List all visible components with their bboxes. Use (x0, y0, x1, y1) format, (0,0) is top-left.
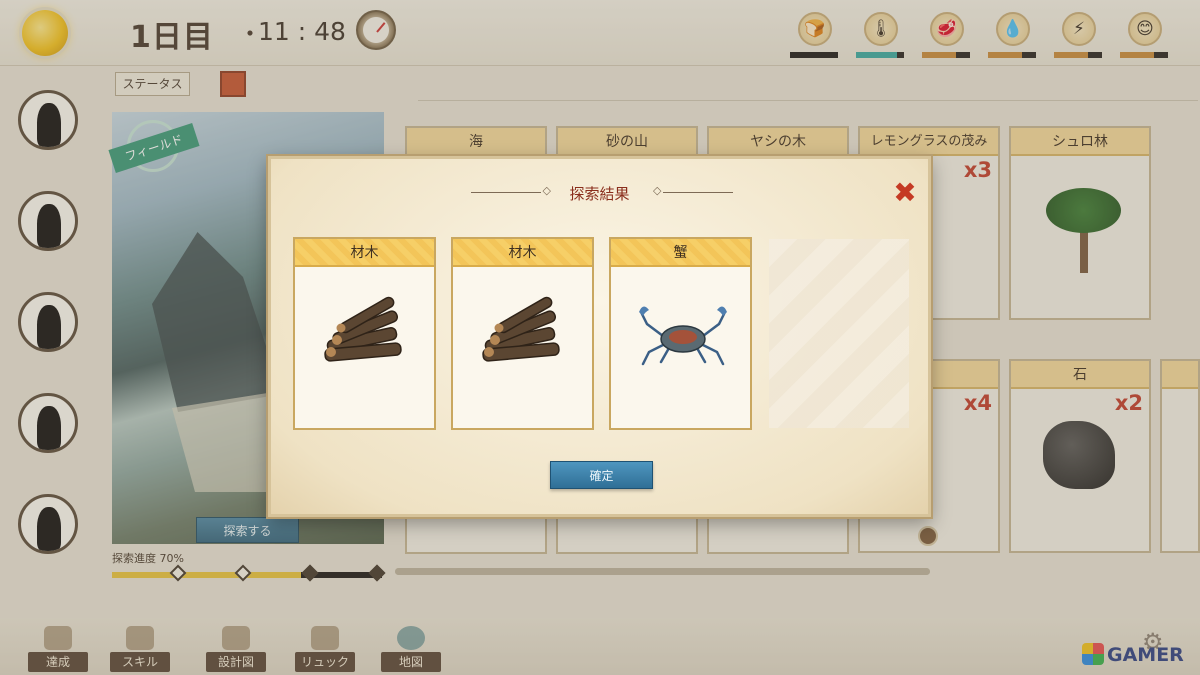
result-item-name: 材木 (295, 239, 434, 267)
result-card[interactable]: 材木 (451, 237, 594, 430)
title-ornament-right (653, 184, 733, 197)
modal-title: 探索結果 (569, 185, 630, 203)
result-item-name: 蟹 (611, 239, 750, 267)
result-item-name: 材木 (453, 239, 592, 267)
confirm-button[interactable]: 確定 (550, 461, 653, 489)
result-card[interactable]: 材木 (293, 237, 436, 430)
lumber-icon (324, 296, 402, 362)
crab-icon (639, 306, 727, 366)
close-icon[interactable]: ✖ (890, 179, 920, 209)
lumber-icon (482, 296, 560, 362)
exploration-result-modal: 探索結果 ✖ 材木 材木 蟹 (268, 156, 931, 517)
result-card[interactable]: 蟹 (609, 237, 752, 430)
empty-result-slot (769, 239, 909, 428)
